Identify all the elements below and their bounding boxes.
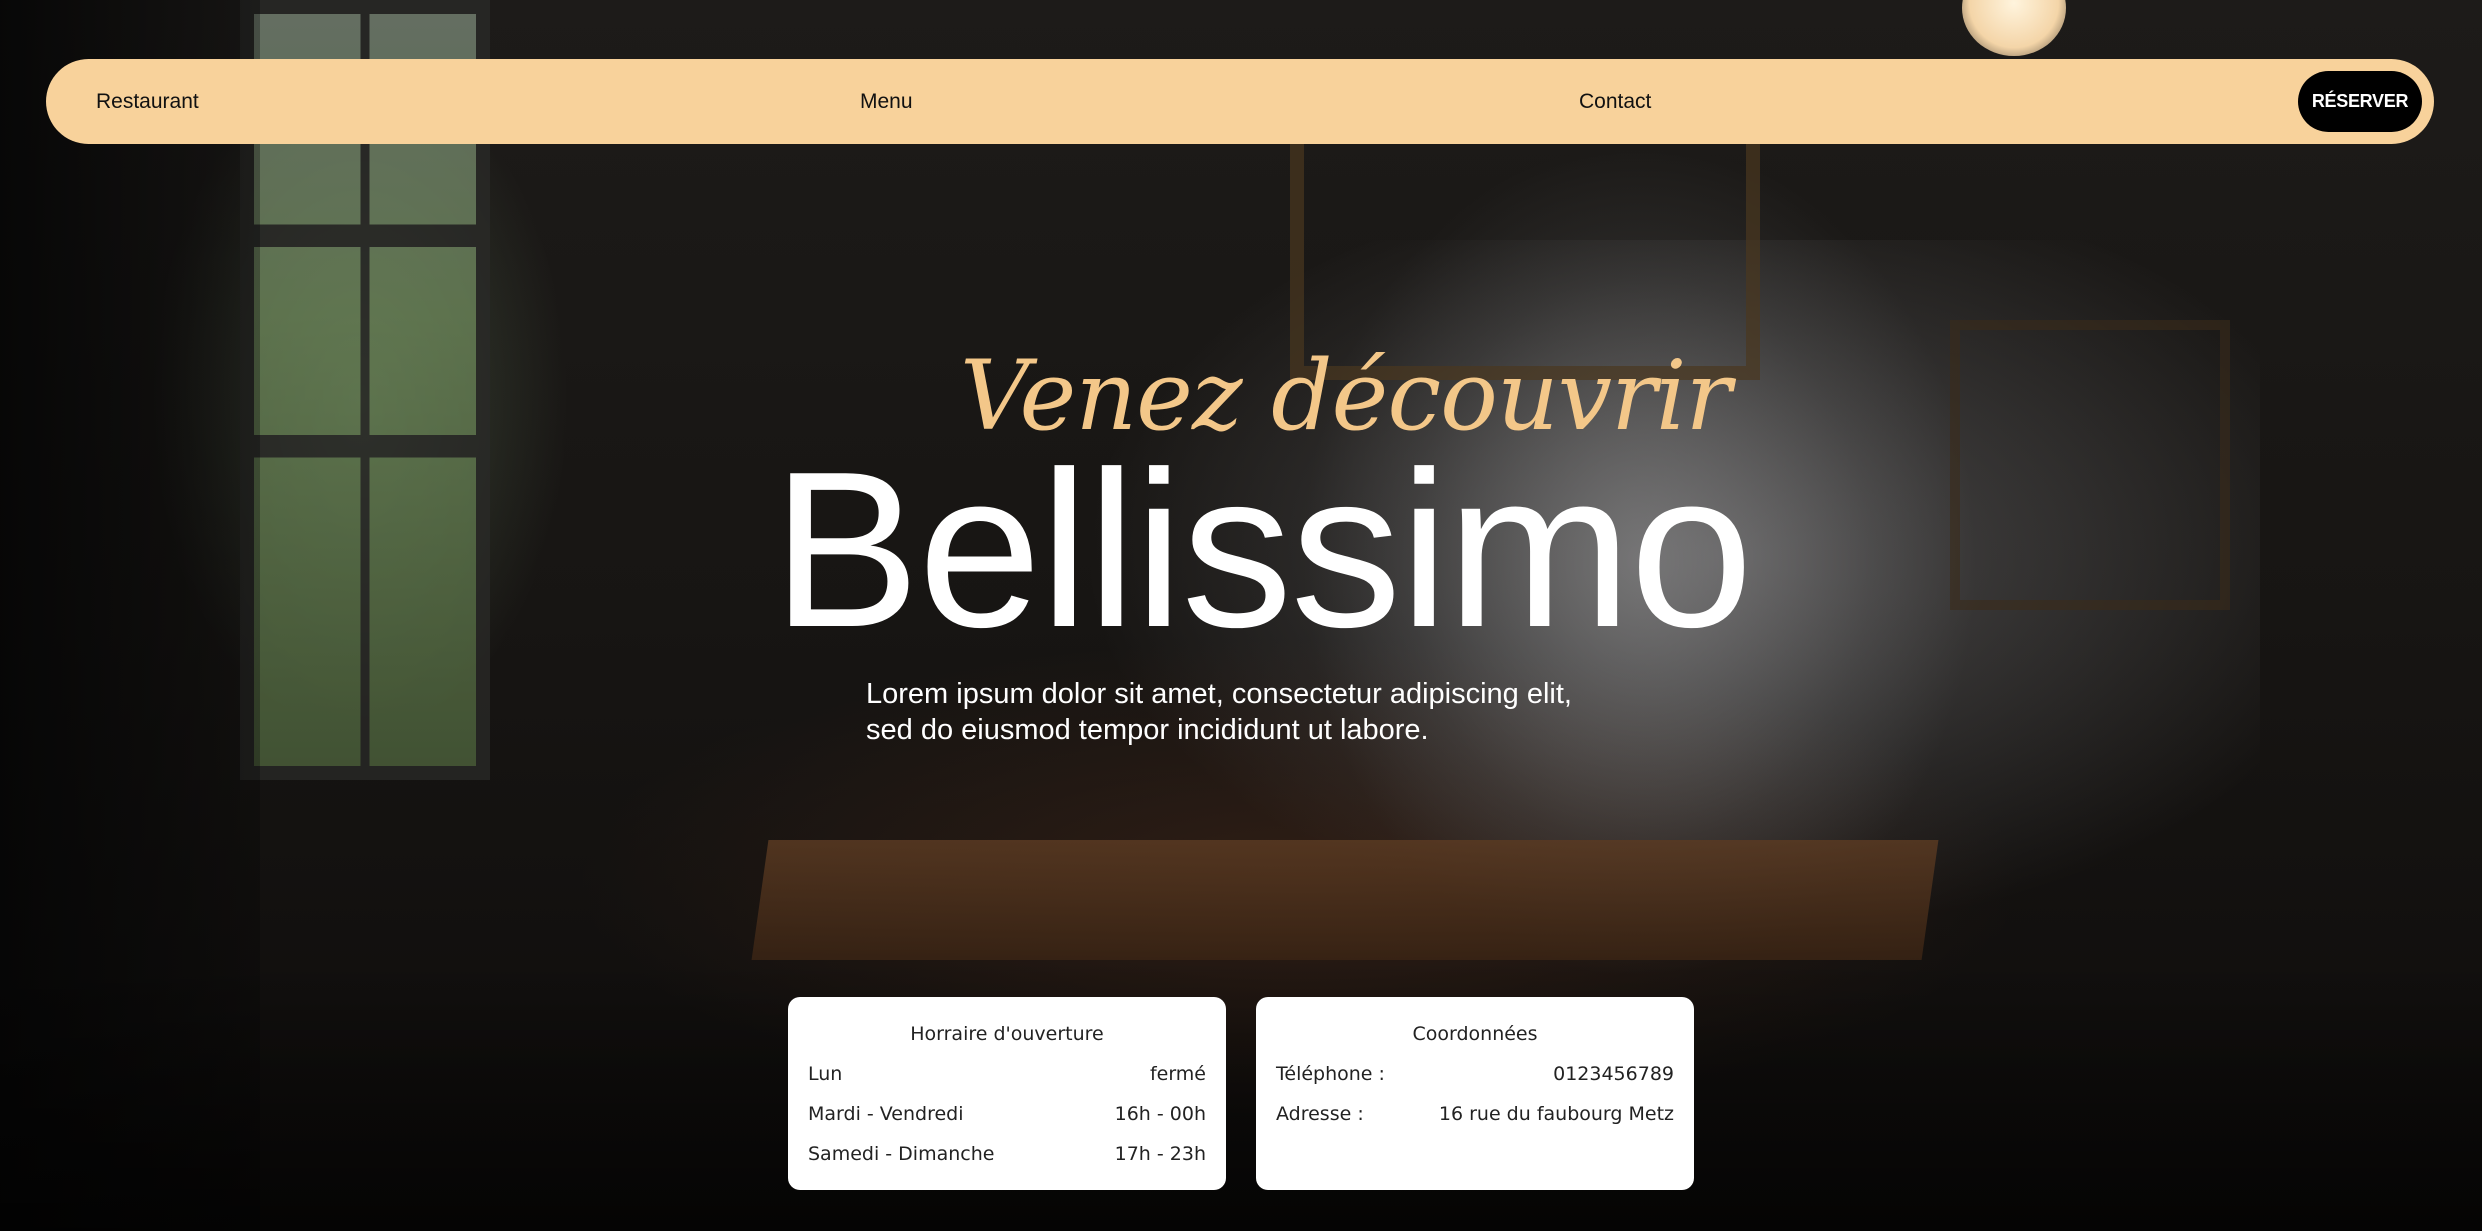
picture-frame-decoration [1950, 320, 2230, 610]
card-title: Coordonnées [1412, 1023, 1538, 1045]
hours-time: 16h - 00h [1114, 1103, 1206, 1125]
nav-link-restaurant[interactable]: Restaurant [96, 59, 199, 144]
hours-day: Lun [808, 1063, 843, 1085]
contact-row: Adresse : 16 rue du faubourg Metz [1276, 1094, 1674, 1134]
hero-title: Bellissimo [772, 426, 1753, 674]
hours-time: fermé [1149, 1063, 1206, 1085]
nav-link-menu[interactable]: Menu [860, 59, 913, 144]
contact-label: Adresse : [1276, 1103, 1364, 1125]
card-title: Horraire d'ouverture [910, 1023, 1104, 1045]
nav-link-contact[interactable]: Contact [1579, 59, 1651, 144]
contact-label: Téléphone : [1276, 1063, 1385, 1085]
hero-description: Lorem ipsum dolor sit amet, consectetur … [866, 676, 1626, 748]
opening-hours-card: Horraire d'ouverture Lun fermé Mardi - V… [788, 997, 1226, 1190]
lamp-decoration [1962, 0, 2066, 56]
phone-value[interactable]: 0123456789 [1553, 1054, 1674, 1094]
hero-description-line: sed do eiusmod tempor incididunt ut labo… [866, 714, 1429, 746]
hours-row: Samedi - Dimanche 17h - 23h [808, 1134, 1206, 1174]
hero-background: Restaurant Menu Contact RÉSERVER Venez d… [0, 0, 2482, 1231]
reserve-button[interactable]: RÉSERVER [2298, 71, 2422, 132]
shadow-overlay [0, 960, 2482, 1231]
table-decoration [751, 840, 1939, 960]
hours-row: Mardi - Vendredi 16h - 00h [808, 1094, 1206, 1134]
contact-card: Coordonnées Téléphone : 0123456789 Adres… [1256, 997, 1694, 1190]
navbar: Restaurant Menu Contact RÉSERVER [46, 59, 2434, 144]
hours-time: 17h - 23h [1114, 1143, 1206, 1165]
contact-row: Téléphone : 0123456789 [1276, 1054, 1674, 1094]
address-value: 16 rue du faubourg Metz [1438, 1103, 1674, 1125]
hero-description-line: Lorem ipsum dolor sit amet, consectetur … [866, 678, 1572, 710]
hours-row: Lun fermé [808, 1054, 1206, 1094]
hours-day: Mardi - Vendredi [808, 1103, 964, 1125]
hours-day: Samedi - Dimanche [808, 1143, 995, 1165]
